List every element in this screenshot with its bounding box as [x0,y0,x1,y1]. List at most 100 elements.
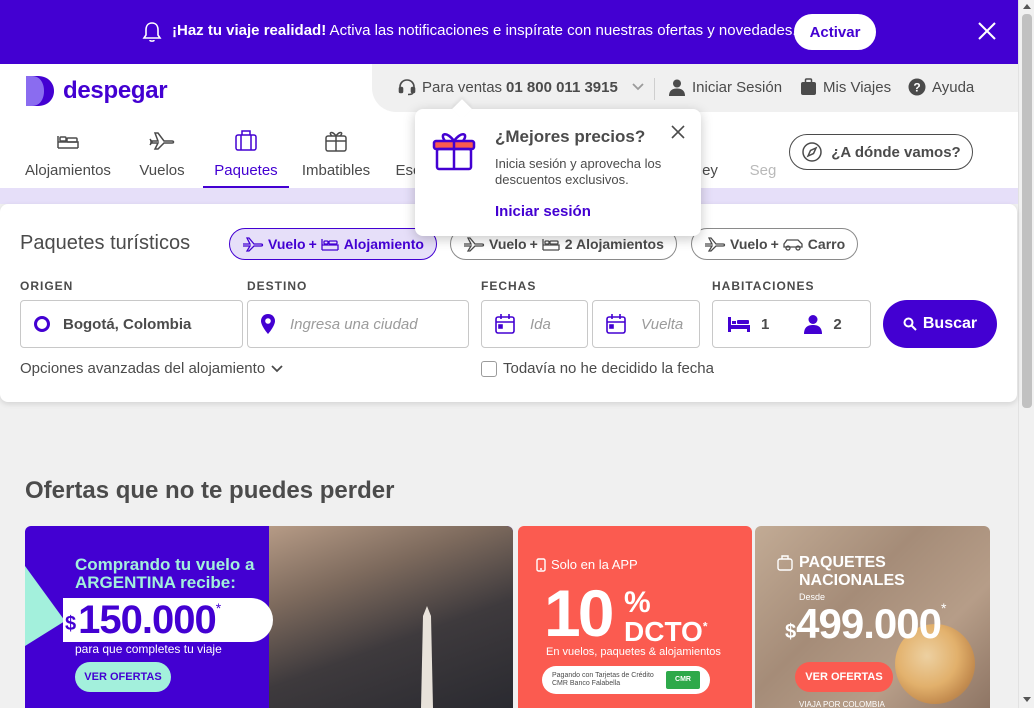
calendar-icon [495,314,515,334]
nav-vuelos[interactable]: Vuelos [138,122,186,188]
my-trips-label: Mis Viajes [823,78,892,96]
login-label: Iniciar Sesión [692,78,783,96]
advanced-options[interactable]: Opciones avanzadas del alojamiento [20,360,283,377]
banner3-footer: VIAJA POR COLOMBIA [799,700,885,708]
banner3-label: PAQUETES NACIONALES [799,554,905,590]
people-count: 2 [833,315,842,333]
origin-field[interactable]: Bogotá, Colombia [20,300,243,348]
help-link[interactable]: ? Ayuda [908,78,974,96]
banner1-subtitle: para que completes tu viaje [75,642,222,656]
nav-disney-label: ey [702,162,718,179]
nav-paquetes-label: Paquetes [214,162,278,179]
banner1-amount: $ 150.000 * [63,598,273,642]
destination-field[interactable]: Ingresa una ciudad [247,300,469,348]
bed-icon [57,136,79,149]
logo-mark-icon [26,76,54,106]
banner1-asterisk: * [215,600,222,616]
scroll-down-icon[interactable] [1023,697,1031,702]
banner2-big: 10 [544,576,614,650]
nav-vuelos-label: Vuelos [139,162,185,179]
offer-banner-nacionales[interactable]: PAQUETES NACIONALES Desde $ 499.000 * VER… [755,526,990,708]
plane-icon [243,237,264,252]
car-icon [783,239,803,251]
sales-phone[interactable]: Para ventas 01 800 011 3915 [398,78,650,96]
nav-disney[interactable]: ey [700,122,720,188]
user-icon [669,79,685,96]
plane-icon [464,237,485,252]
banner3-line1: PAQUETES [799,554,886,571]
search-button[interactable]: Buscar [883,300,997,348]
cmr-logo: CMR [666,671,700,689]
scroll-up-icon[interactable] [1023,4,1031,9]
chip-a: Vuelo [268,236,306,252]
nav-seguros-label: Seg [749,162,777,179]
top-bar: Para ventas 01 800 011 3915 Iniciar Sesió… [372,64,1018,112]
banner3-asterisk: * [940,600,947,616]
banner1-button[interactable]: VER OFERTAS [75,662,171,692]
obelisk-icon [421,606,433,708]
banner2-dcto: DCTO* [624,616,708,648]
help-label: Ayuda [932,78,975,96]
nav-imbatibles[interactable]: Imbatibles [300,122,372,188]
no-date-option[interactable]: Todavía no he decidido la fecha [481,360,714,377]
chip-b: Carro [807,236,846,252]
banner3-number: 499.000 [796,600,942,647]
departure-placeholder: Ida [530,315,551,333]
suitcase-icon [801,78,816,95]
banner3-line2: NACIONALES [799,572,905,589]
dates-label: FECHAS [481,279,537,293]
suitcase-icon [235,130,257,151]
chip-a: Vuelo [730,236,768,252]
location-pin-icon [261,314,275,334]
where-to-button[interactable]: ¿A dónde vamos? [789,134,973,170]
rooms-field[interactable]: 1 2 [712,300,871,348]
nav-alojamientos-label: Alojamientos [25,162,111,179]
logo-text: despegar [63,77,168,104]
scrollbar[interactable] [1018,0,1034,708]
offers-title: Ofertas que no te puedes perder [25,477,395,504]
no-date-checkbox[interactable] [481,360,497,377]
login-link[interactable]: Iniciar Sesión [668,78,782,96]
origin-label: ORIGEN [20,279,74,293]
banner1-number: 150.000 [78,597,217,642]
banner2-payment: Pagando con Tarjetas de Crédito CMR Banc… [542,666,710,694]
close-icon[interactable] [976,20,998,42]
svg-text:?: ? [913,81,920,95]
chip-b: 2 Alojamientos [564,236,664,252]
search-title: Paquetes turísticos [20,232,191,254]
banner1-text: Comprando tu vuelo a ARGENTINA recibe: [75,556,254,592]
offer-banner-app[interactable]: Solo en la APP 10 % DCTO* En vuelos, paq… [518,526,752,708]
bed-icon [542,239,560,251]
sales-number: 01 800 011 3915 [506,78,618,96]
chip-vuelo-carro[interactable]: Vuelo + Carro [691,228,859,260]
activate-button[interactable]: Activar [794,14,876,50]
headset-icon [398,79,416,96]
departure-date-field[interactable]: Ida [481,300,588,348]
nav-alojamientos[interactable]: Alojamientos [25,122,111,188]
return-date-field[interactable]: Vuelta [592,300,700,348]
offer-banner-argentina[interactable]: Comprando tu vuelo a ARGENTINA recibe: $ … [25,526,513,708]
logo[interactable]: despegar [24,74,168,108]
gift-icon [432,133,476,171]
close-icon[interactable] [671,125,685,139]
suitcase-icon [777,555,793,571]
banner2-app-label: Solo en la APP [551,557,638,572]
banner3-currency: $ [785,621,797,643]
notification-bold: ¡Haz tu viaje realidad! [172,22,327,39]
banner3-button[interactable]: VER OFERTAS [795,662,893,692]
banner2-percent: % [624,586,651,619]
banner2-asterisk: * [702,619,708,634]
banner3-price: $ 499.000 * [785,600,946,648]
tooltip-login-link[interactable]: Iniciar sesión [495,203,591,220]
banner2-dcto-label: DCTO [624,616,703,647]
chip-vuelo-alojamiento[interactable]: Vuelo + Alojamiento [229,228,437,260]
sales-label: Para ventas [422,78,503,96]
my-trips-link[interactable]: Mis Viajes [800,78,891,96]
nav-seguros[interactable]: Seg [748,122,778,188]
scrollbar-thumb[interactable] [1022,14,1032,408]
nav-paquetes[interactable]: Paquetes [203,122,289,188]
search-button-label: Buscar [922,315,978,332]
bed-icon [728,317,750,332]
origin-circle-icon [34,316,50,332]
chevron-down-icon [632,83,644,91]
